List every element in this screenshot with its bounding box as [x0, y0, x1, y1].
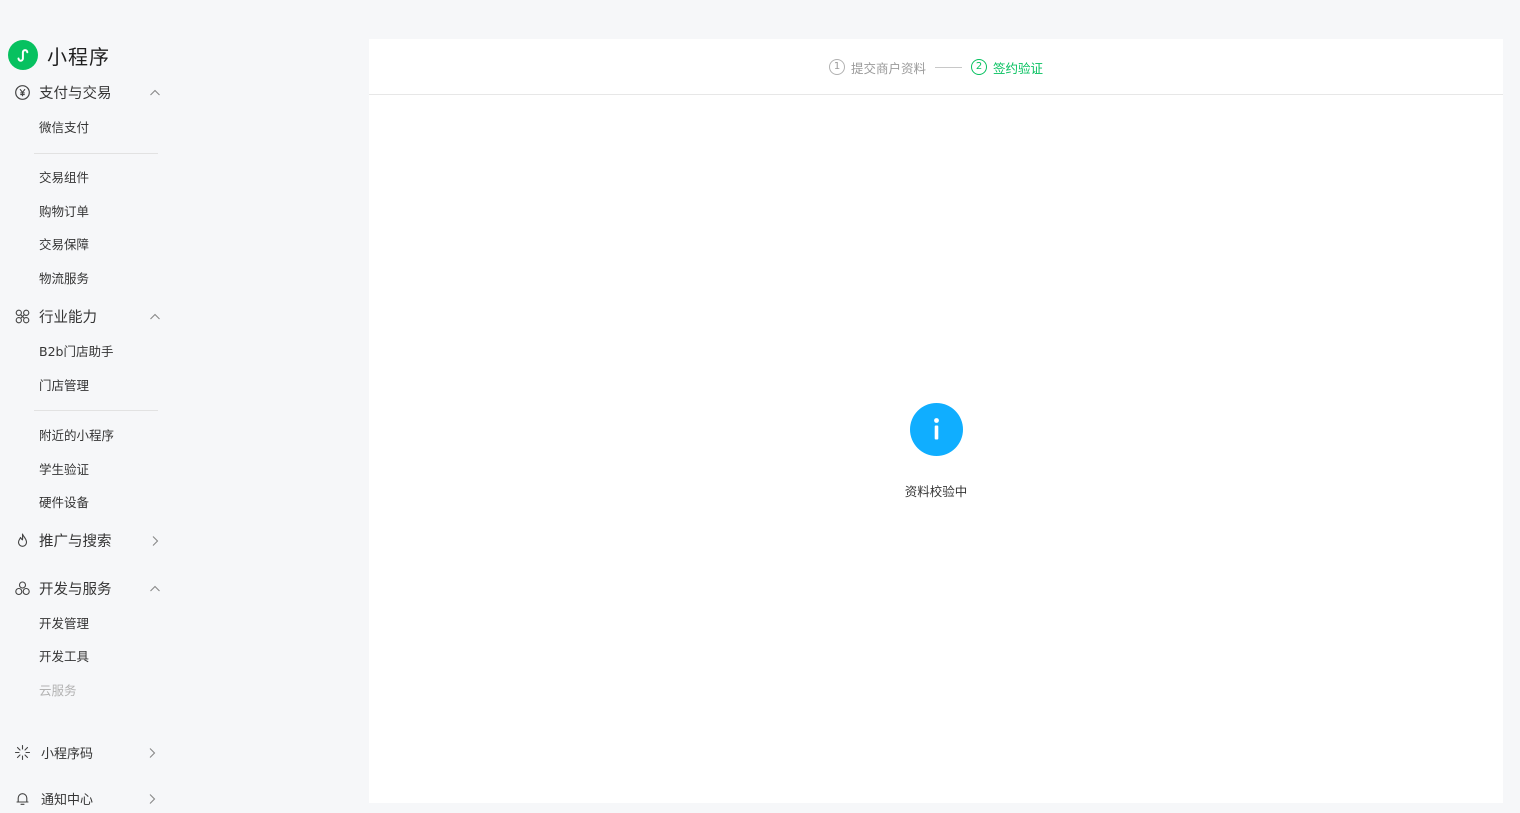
step-label: 提交商户资料: [851, 58, 926, 77]
sidebar-item-wechat-pay[interactable]: 微信支付: [39, 118, 89, 138]
sidebar-item-cloud-services[interactable]: 云服务: [39, 681, 77, 701]
chevron-right-icon: [148, 533, 162, 547]
step-number: 1: [829, 59, 845, 75]
yen-circle-icon: [14, 84, 31, 101]
sidebar-item-hardware-devices[interactable]: 硬件设备: [39, 493, 89, 513]
chevron-right-icon: [145, 745, 159, 759]
nav-group-payment[interactable]: 支付与交易: [0, 77, 175, 107]
info-icon: [910, 403, 963, 456]
nav-group-label: 支付与交易: [39, 82, 112, 103]
status-message: 资料校验中: [369, 403, 1503, 500]
nav-group-development[interactable]: 开发与服务: [0, 573, 175, 603]
step-submit-merchant-info: 1 提交商户资料: [829, 58, 926, 77]
bell-icon: [14, 790, 31, 807]
sidebar-item-store-management[interactable]: 门店管理: [39, 376, 89, 396]
industry-icon: [14, 308, 31, 325]
step-number: 2: [971, 59, 987, 75]
sidebar-item-dev-management[interactable]: 开发管理: [39, 614, 89, 634]
main-panel: 1 提交商户资料 2 签约验证 资料校验中: [369, 39, 1503, 803]
nav-group-mini-program-code[interactable]: 小程序码: [0, 737, 175, 767]
brand[interactable]: 小程序: [8, 40, 110, 70]
nav-group-label: 通知中心: [41, 789, 93, 808]
qrcode-sun-icon: [14, 744, 31, 761]
nav-group-label: 推广与搜索: [39, 530, 112, 551]
divider: [34, 153, 158, 154]
divider: [34, 410, 158, 411]
sidebar-item-trade-component[interactable]: 交易组件: [39, 168, 89, 188]
sidebar-item-nearby-mini-programs[interactable]: 附近的小程序: [39, 426, 114, 446]
nav-group-notification-center[interactable]: 通知中心: [0, 783, 175, 813]
sidebar-item-b2b-store-assistant[interactable]: B2b门店助手: [39, 342, 113, 362]
promotion-icon: [14, 532, 31, 549]
nav-group-label: 行业能力: [39, 306, 97, 327]
develop-icon: [14, 580, 31, 597]
sidebar-item-shopping-orders[interactable]: 购物订单: [39, 202, 89, 222]
step-separator: [935, 67, 962, 68]
chevron-up-icon: [148, 581, 162, 595]
steps-bar: 1 提交商户资料 2 签约验证: [369, 39, 1503, 95]
mini-program-logo-icon: [8, 40, 38, 70]
nav-group-label: 小程序码: [41, 743, 93, 762]
brand-title: 小程序: [47, 41, 110, 70]
sidebar-item-dev-tools[interactable]: 开发工具: [39, 647, 89, 667]
nav-group-industry[interactable]: 行业能力: [0, 301, 175, 331]
chevron-right-icon: [145, 791, 159, 805]
status-text: 资料校验中: [369, 481, 1503, 500]
step-sign-verification: 2 签约验证: [971, 58, 1043, 77]
sidebar: 小程序 支付与交易 微信支付 交易组件 购物订单 交易保障 物流服务: [0, 0, 175, 810]
nav-group-promotion[interactable]: 推广与搜索: [0, 525, 175, 555]
chevron-up-icon: [148, 309, 162, 323]
sidebar-item-logistics[interactable]: 物流服务: [39, 269, 89, 289]
nav-group-label: 开发与服务: [39, 578, 112, 599]
sidebar-item-student-verification[interactable]: 学生验证: [39, 460, 89, 480]
step-indicator: 1 提交商户资料 2 签约验证: [829, 57, 1043, 77]
chevron-up-icon: [148, 85, 162, 99]
sidebar-item-trade-guarantee[interactable]: 交易保障: [39, 235, 89, 255]
step-label: 签约验证: [993, 58, 1043, 77]
